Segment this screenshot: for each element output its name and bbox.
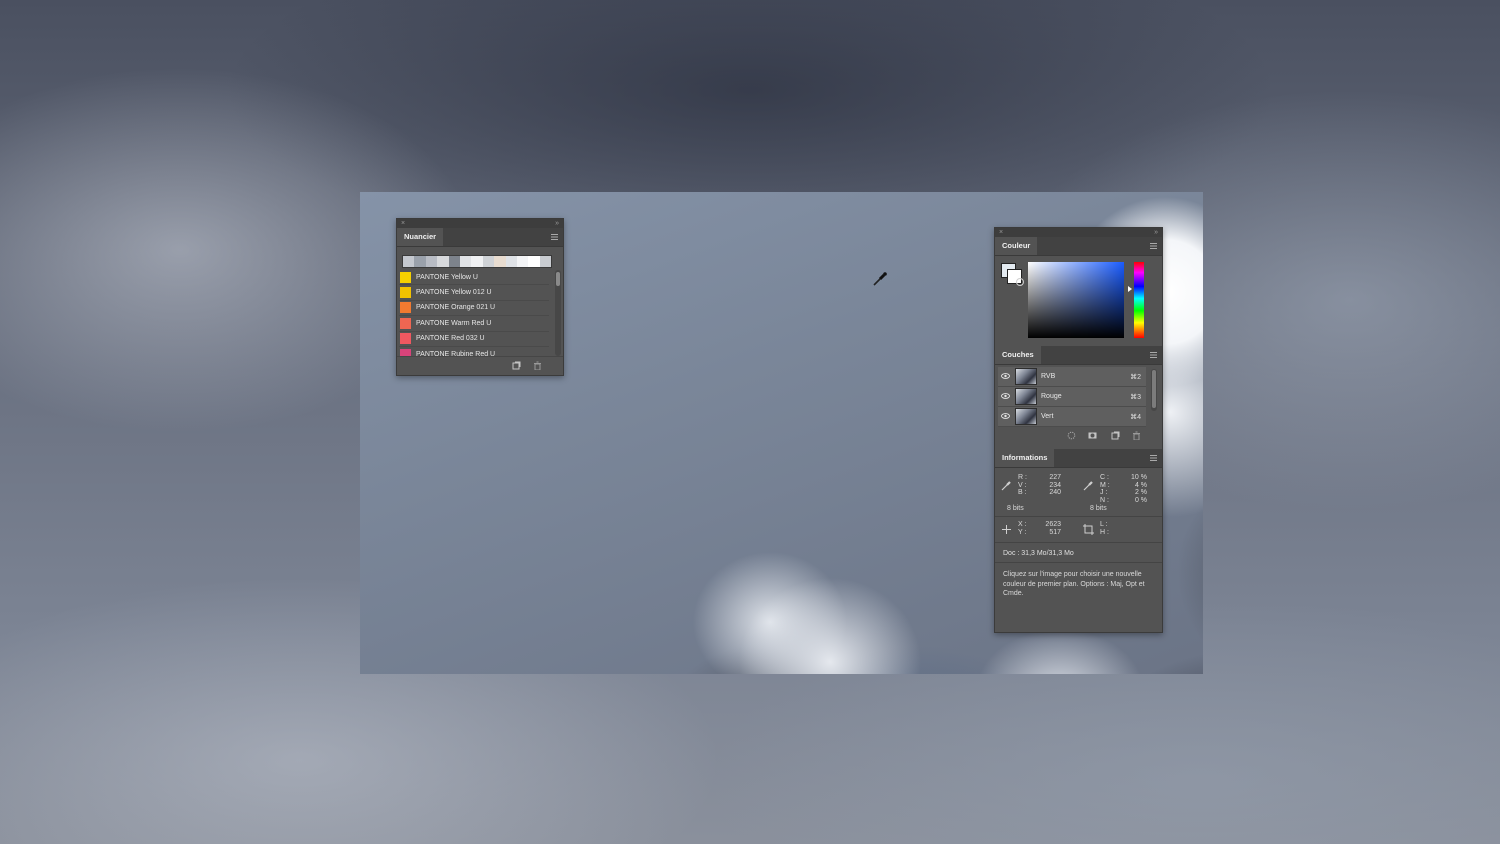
tool-hint: Cliquez sur l'image pour choisir une nou…	[1003, 571, 1145, 597]
channel-thumbnail	[1015, 368, 1037, 385]
channel-name: Vert	[1041, 413, 1054, 420]
recent-colors-strip[interactable]	[402, 255, 552, 268]
bit-depth-right: 8 bits	[1090, 505, 1107, 512]
divider	[995, 516, 1162, 517]
xy-labels: X : Y :	[1018, 521, 1027, 536]
recent-color-swatch[interactable]	[459, 256, 472, 267]
swatch-color-chip	[400, 333, 411, 345]
channel-row[interactable]: Vert ⌘4	[998, 407, 1146, 427]
swatch-color-chip	[400, 317, 411, 329]
right-panel-stack: × » Couleur Couches RVB ⌘2 Rouge ⌘3 Vert ⌘4 I…	[994, 227, 1163, 633]
recent-color-swatch[interactable]	[437, 256, 449, 267]
channel-thumbnail	[1015, 388, 1037, 405]
bit-depth-left: 8 bits	[1007, 505, 1024, 512]
tab-info[interactable]: Informations	[995, 449, 1055, 467]
swatch-list-item[interactable]: PANTONE Red 032 U	[399, 332, 549, 347]
channel-shortcut: ⌘3	[1130, 393, 1141, 401]
tab-swatches[interactable]: Nuancier	[397, 228, 444, 246]
swatch-list-item[interactable]: PANTONE Orange 021 U	[399, 301, 549, 317]
collapse-panel-icon[interactable]: »	[555, 219, 559, 228]
recent-color-swatch[interactable]	[516, 256, 529, 267]
swatch-list-item[interactable]: PANTONE Yellow U	[399, 270, 549, 286]
recent-color-swatch[interactable]	[471, 256, 483, 267]
channels-scrollbar[interactable]	[1151, 369, 1157, 411]
saturation-brightness-field[interactable]	[1028, 262, 1124, 338]
hue-marker-icon	[1128, 286, 1132, 292]
panel-menu-icon[interactable]	[1150, 243, 1157, 249]
divider	[995, 542, 1162, 543]
recent-color-swatch[interactable]	[448, 256, 460, 267]
visibility-eye-icon[interactable]	[1000, 412, 1011, 421]
recent-color-swatch[interactable]	[494, 256, 506, 267]
color-picker	[995, 255, 1162, 347]
cmyk-values: 10 % 4 % 2 % 0 %	[1131, 474, 1147, 504]
collapse-panel-icon[interactable]: »	[1154, 228, 1158, 237]
save-selection-as-channel-icon[interactable]	[1088, 431, 1097, 440]
channel-name: Rouge	[1041, 393, 1062, 400]
panel-titlebar[interactable]: × »	[397, 219, 563, 228]
swatch-name: PANTONE Yellow 012 U	[416, 289, 492, 297]
swatch-color-chip	[400, 271, 411, 283]
recent-color-swatch[interactable]	[403, 256, 415, 267]
channel-shortcut: ⌘2	[1130, 373, 1141, 381]
new-swatch-icon[interactable]	[512, 361, 521, 370]
scroll-thumb[interactable]	[556, 272, 560, 286]
close-panel-icon[interactable]: ×	[999, 228, 1003, 237]
hue-slider[interactable]	[1134, 262, 1144, 338]
crosshair-icon	[1002, 525, 1011, 534]
recent-color-swatch[interactable]	[505, 256, 517, 267]
swatch-color-chip	[400, 302, 411, 314]
panel-menu-icon[interactable]	[1150, 455, 1157, 461]
trash-icon[interactable]	[533, 361, 542, 371]
foreground-background-swatches[interactable]	[1001, 263, 1024, 286]
eyedropper-icon	[1001, 481, 1011, 491]
channel-row[interactable]: RVB ⌘2	[998, 367, 1146, 387]
load-channel-selection-icon[interactable]	[1067, 431, 1076, 440]
visibility-eye-icon[interactable]	[1000, 392, 1011, 401]
panel-menu-icon[interactable]	[1150, 352, 1157, 358]
scroll-thumb[interactable]	[1152, 370, 1156, 408]
eyedropper-icon	[1083, 481, 1093, 491]
lh-labels: L : H :	[1100, 521, 1109, 536]
recent-color-swatch[interactable]	[539, 256, 552, 267]
swatches-panel: × » Nuancier PANTONE Yellow U PANTONE Yel…	[396, 218, 564, 376]
swatch-scrollbar[interactable]	[555, 270, 561, 356]
swap-colors-icon[interactable]	[1016, 278, 1024, 286]
eyedropper-cursor-icon	[873, 272, 887, 286]
channel-thumbnail	[1015, 408, 1037, 425]
swatch-list: PANTONE Yellow U PANTONE Yellow 012 U PANT…	[399, 270, 549, 363]
channel-shortcut: ⌘4	[1130, 413, 1141, 421]
recent-color-swatch[interactable]	[528, 256, 540, 267]
rgb-labels: R : V : B :	[1018, 474, 1027, 497]
close-panel-icon[interactable]: ×	[401, 219, 405, 228]
delete-channel-icon[interactable]	[1132, 431, 1141, 440]
swatch-list-item[interactable]: PANTONE Warm Red U	[399, 316, 549, 332]
panel-menu-icon[interactable]	[551, 234, 558, 240]
tab-color[interactable]: Couleur	[995, 237, 1038, 255]
swatch-name: PANTONE Orange 021 U	[416, 304, 496, 312]
rgb-values: 227 234 240	[1049, 474, 1061, 497]
channel-row[interactable]: Rouge ⌘3	[998, 387, 1146, 407]
divider	[995, 562, 1162, 563]
cmyk-labels: C : M : J : N :	[1100, 474, 1110, 504]
selection-size-icon	[1083, 524, 1094, 535]
new-channel-icon[interactable]	[1111, 431, 1120, 440]
swatch-color-chip	[400, 287, 411, 299]
swatch-name: PANTONE Warm Red U	[416, 319, 492, 327]
swatch-list-item[interactable]: PANTONE Yellow 012 U	[399, 285, 549, 301]
tab-channels[interactable]: Couches	[995, 346, 1041, 364]
visibility-eye-icon[interactable]	[1000, 372, 1011, 381]
recent-color-swatch[interactable]	[482, 256, 495, 267]
swatch-name: PANTONE Red 032 U	[416, 335, 485, 343]
channel-name: RVB	[1041, 373, 1056, 380]
document-size: Doc : 31,3 Mo/31,3 Mo	[1003, 550, 1074, 557]
swatch-name: PANTONE Yellow U	[416, 273, 478, 281]
recent-color-swatch[interactable]	[414, 256, 426, 267]
xy-values: 2623 517	[1045, 521, 1061, 536]
recent-color-swatch[interactable]	[425, 256, 438, 267]
panel-titlebar[interactable]: × »	[995, 228, 1162, 237]
